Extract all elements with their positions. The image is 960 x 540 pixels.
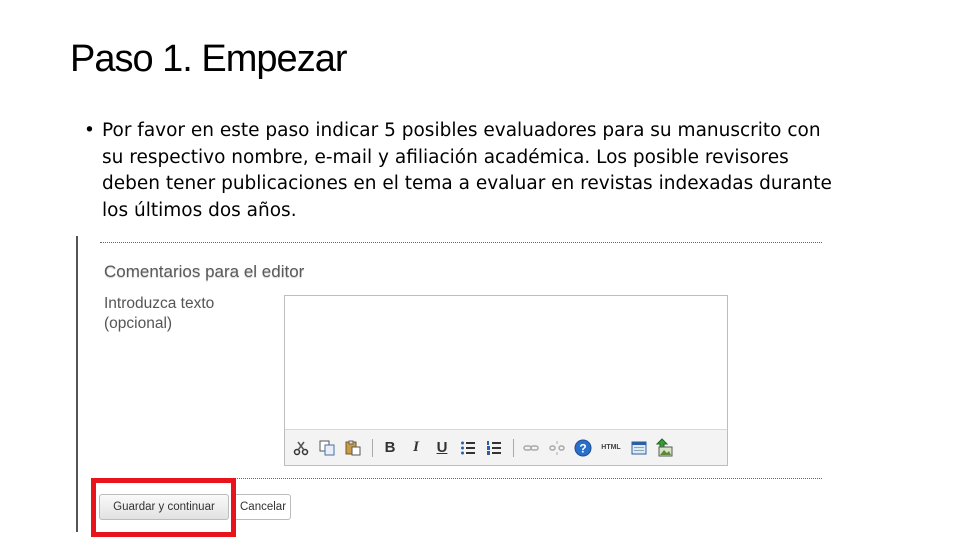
- numbered-list-icon[interactable]: [482, 436, 506, 460]
- top-divider: [100, 242, 822, 243]
- instruction-text: Por favor en este paso indicar 5 posible…: [102, 120, 832, 221]
- bottom-divider: [100, 478, 822, 479]
- cut-icon[interactable]: [289, 436, 313, 460]
- fullscreen-icon[interactable]: [627, 436, 651, 460]
- comments-textarea[interactable]: [285, 296, 727, 429]
- editor-field-label: Introduzca texto (opcional): [104, 295, 215, 332]
- unlink-icon[interactable]: [545, 436, 569, 460]
- section-title: Comentarios para el editor: [104, 262, 305, 281]
- underline-icon[interactable]: U: [430, 436, 454, 460]
- bullet-marker: •: [84, 120, 95, 141]
- upload-image-icon[interactable]: [653, 436, 677, 460]
- instruction-bullet: • Por favor en este paso indicar 5 posib…: [84, 118, 844, 224]
- italic-icon[interactable]: I: [404, 436, 428, 460]
- help-icon-glyph: ?: [579, 441, 586, 455]
- save-continue-button[interactable]: Guardar y continuar: [99, 494, 229, 520]
- left-border-line: [76, 236, 78, 532]
- form-screenshot: Comentarios para el editor Introduzca te…: [76, 236, 824, 536]
- cancel-button[interactable]: Cancelar: [233, 494, 291, 520]
- html-icon[interactable]: HTML: [597, 436, 625, 460]
- help-icon[interactable]: ?: [571, 436, 595, 460]
- editor-toolbar: B I U ? HTML: [285, 429, 727, 465]
- paste-icon[interactable]: [341, 436, 365, 460]
- comments-editor: B I U ? HTML: [284, 295, 728, 466]
- link-icon[interactable]: [519, 436, 543, 460]
- toolbar-separator: [372, 438, 373, 457]
- toolbar-separator: [513, 438, 514, 457]
- bold-icon[interactable]: B: [378, 436, 402, 460]
- slide-title: Paso 1. Empezar: [70, 38, 347, 80]
- copy-icon[interactable]: [315, 436, 339, 460]
- bullet-list-icon[interactable]: [456, 436, 480, 460]
